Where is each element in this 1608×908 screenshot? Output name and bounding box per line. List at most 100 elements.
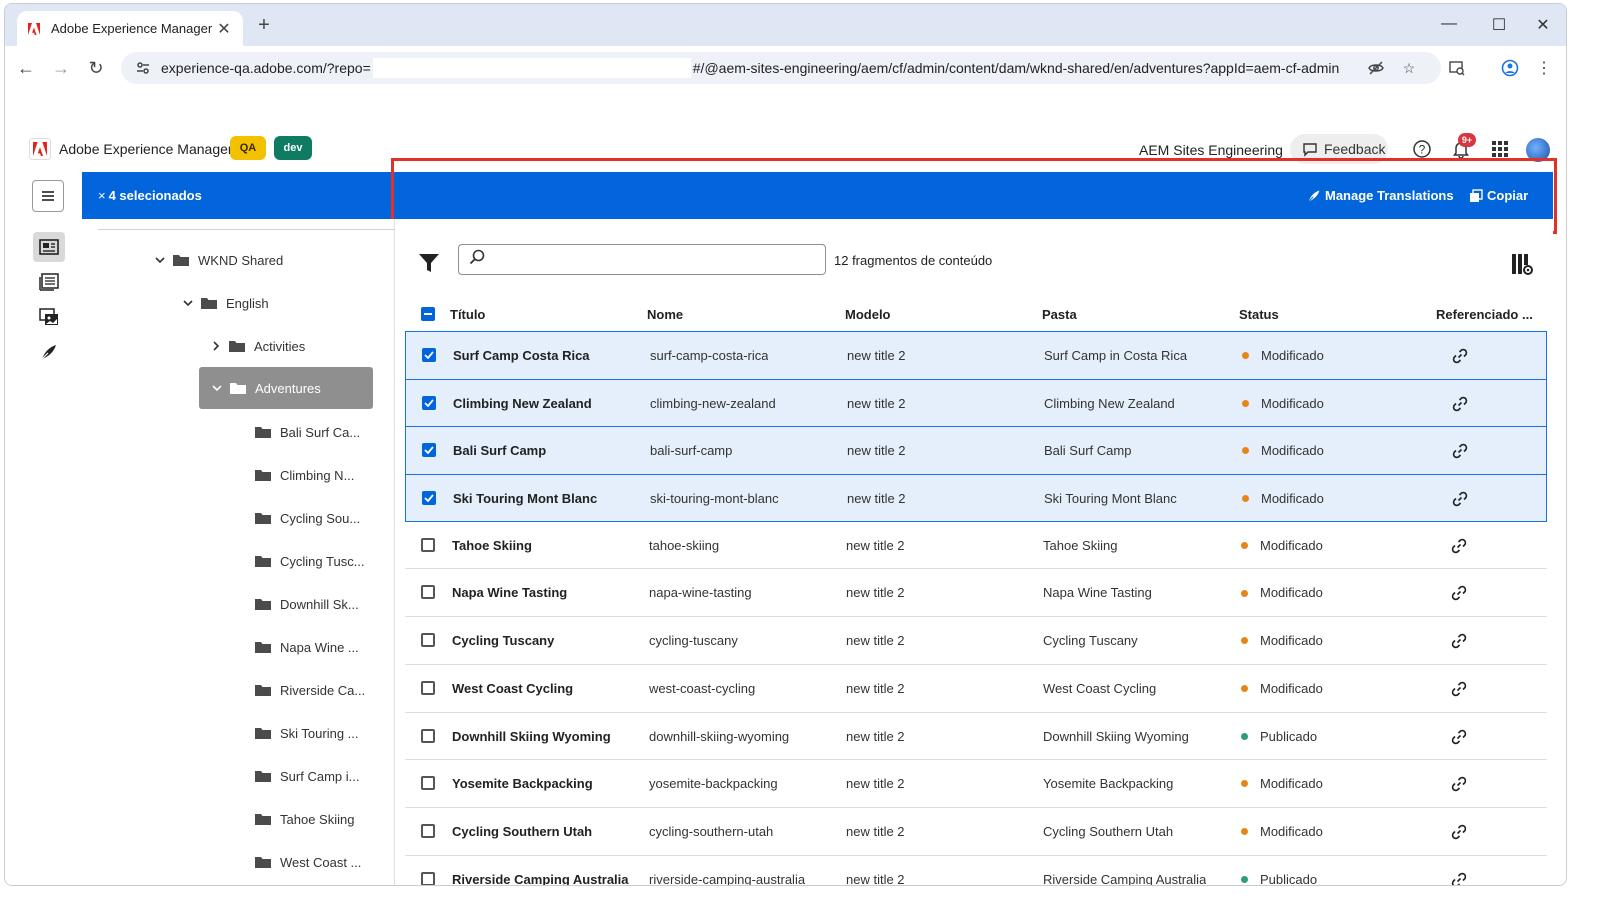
row-checkbox[interactable] [421, 823, 435, 838]
tree-node-child[interactable]: Downhill Sk... [254, 593, 359, 615]
row-checkbox[interactable] [421, 633, 435, 648]
tree-node-child[interactable]: Ski Touring ... [254, 722, 359, 744]
search-input[interactable] [491, 252, 825, 267]
row-checkbox[interactable] [422, 491, 436, 506]
copy-button[interactable]: Copiar [1469, 188, 1528, 203]
references-link-icon[interactable] [1449, 870, 1469, 885]
cell-title[interactable]: Tahoe Skiing [452, 538, 532, 553]
references-link-icon[interactable] [1449, 536, 1469, 556]
references-link-icon[interactable] [1449, 822, 1469, 842]
table-row[interactable]: West Coast Cycling west-coast-cycling new … [405, 665, 1547, 713]
tree-node-english[interactable]: English [180, 292, 269, 314]
manage-translations-button[interactable]: Manage Translations [1307, 188, 1454, 203]
cell-title[interactable]: Riverside Camping Australia [452, 872, 629, 885]
table-row[interactable]: Ski Touring Mont Blanc ski-touring-mont-b… [405, 474, 1547, 522]
eye-off-icon[interactable] [1365, 57, 1387, 79]
user-avatar[interactable] [1526, 138, 1550, 162]
chevron-down-icon[interactable] [209, 383, 225, 393]
table-row[interactable]: Riverside Camping Australia riverside-cam… [405, 856, 1547, 885]
bookmark-star-icon[interactable]: ☆ [1398, 57, 1420, 79]
tree-node-child[interactable]: Bali Surf Ca... [254, 421, 360, 443]
assets-nav-icon[interactable] [33, 302, 65, 332]
row-checkbox[interactable] [421, 776, 435, 791]
org-switcher[interactable]: AEM Sites Engineering [1139, 142, 1283, 158]
selection-count[interactable]: × 4 selecionados [98, 188, 202, 203]
tree-node-child[interactable]: Riverside Ca... [254, 679, 365, 701]
site-settings-icon[interactable] [133, 58, 153, 78]
table-row[interactable]: Yosemite Backpacking yosemite-backpacking… [405, 760, 1547, 808]
references-link-icon[interactable] [1450, 346, 1470, 366]
search-field[interactable] [458, 244, 826, 275]
tree-node-child[interactable]: Surf Camp i... [254, 765, 359, 787]
column-header-title[interactable]: Título [450, 307, 485, 322]
column-header-status[interactable]: Status [1239, 307, 1279, 322]
references-link-icon[interactable] [1449, 679, 1469, 699]
references-link-icon[interactable] [1450, 441, 1470, 461]
references-link-icon[interactable] [1449, 583, 1469, 603]
cell-title[interactable]: Napa Wine Tasting [452, 585, 567, 600]
cell-title[interactable]: Yosemite Backpacking [452, 776, 593, 791]
models-nav-icon[interactable] [33, 267, 65, 297]
row-checkbox[interactable] [422, 443, 436, 458]
tree-node-child[interactable]: Cycling Tusc... [254, 550, 365, 572]
column-header-model[interactable]: Modelo [845, 307, 891, 322]
tree-node-child[interactable]: West Coast ... [254, 851, 361, 873]
filter-icon[interactable] [417, 251, 441, 275]
minimize-icon[interactable]: — [1437, 15, 1461, 33]
column-header-name[interactable]: Nome [647, 307, 683, 322]
tree-node-wknd-shared[interactable]: WKND Shared [152, 249, 283, 271]
references-link-icon[interactable] [1450, 394, 1470, 414]
translations-nav-icon[interactable] [33, 337, 65, 367]
references-link-icon[interactable] [1449, 631, 1469, 651]
row-checkbox[interactable] [422, 348, 436, 362]
references-link-icon[interactable] [1450, 489, 1470, 509]
forward-icon[interactable]: → [50, 57, 72, 79]
reload-icon[interactable]: ↻ [85, 57, 107, 79]
table-row[interactable]: Napa Wine Tasting napa-wine-tasting new ti… [405, 569, 1547, 618]
cell-title[interactable]: Bali Surf Camp [453, 443, 546, 458]
rail-toggle-menu-icon[interactable] [32, 180, 64, 212]
table-row[interactable]: Surf Camp Costa Rica surf-camp-costa-rica… [405, 331, 1547, 379]
table-row[interactable]: Cycling Tuscany cycling-tuscany new title … [405, 617, 1547, 665]
chevron-right-icon[interactable] [208, 341, 224, 351]
content-fragments-nav-icon[interactable] [33, 232, 65, 262]
app-title[interactable]: Adobe Experience Manager [59, 141, 233, 157]
row-checkbox[interactable] [421, 680, 435, 695]
column-header-folder[interactable]: Pasta [1042, 307, 1077, 322]
row-checkbox[interactable] [421, 871, 435, 885]
tab-close-icon[interactable]: ✕ [215, 19, 233, 39]
references-link-icon[interactable] [1449, 727, 1469, 747]
back-icon[interactable]: ← [15, 57, 37, 79]
row-checkbox[interactable] [421, 537, 435, 552]
cell-title[interactable]: West Coast Cycling [452, 681, 573, 696]
column-settings-icon[interactable] [1509, 251, 1535, 277]
window-close-icon[interactable]: ✕ [1531, 15, 1555, 35]
row-checkbox[interactable] [421, 585, 435, 600]
table-row[interactable]: Tahoe Skiing tahoe-skiing new title 2 Tahoe… [405, 522, 1547, 570]
tree-node-activities[interactable]: Activities [208, 335, 305, 357]
help-icon[interactable]: ? [1411, 138, 1433, 160]
tree-node-child[interactable]: Napa Wine ... [254, 636, 359, 658]
browser-tab[interactable]: Adobe Experience Manager ✕ [17, 11, 243, 46]
cell-title[interactable]: Downhill Skiing Wyoming [452, 729, 611, 744]
tab-search-icon[interactable] [1446, 57, 1468, 79]
row-checkbox[interactable] [421, 728, 435, 743]
cell-title[interactable]: Climbing New Zealand [453, 396, 592, 411]
cell-title[interactable]: Cycling Tuscany [452, 633, 554, 648]
row-checkbox[interactable] [422, 395, 436, 410]
table-row[interactable]: Cycling Southern Utah cycling-southern-ut… [405, 808, 1547, 856]
column-header-referenced[interactable]: Referenciado ... [1436, 307, 1533, 322]
tree-node-child[interactable]: Climbing N... [254, 464, 354, 486]
tree-node-child[interactable]: Tahoe Skiing [254, 808, 354, 830]
browser-menu-icon[interactable]: ⋮ [1533, 57, 1555, 79]
chevron-down-icon[interactable] [152, 255, 168, 265]
select-all-checkbox[interactable] [421, 307, 435, 321]
cell-title[interactable]: Cycling Southern Utah [452, 824, 592, 839]
chevron-down-icon[interactable] [180, 298, 196, 308]
clear-selection-icon[interactable]: × [98, 188, 106, 203]
maximize-icon[interactable]: ☐ [1487, 15, 1511, 35]
cell-title[interactable]: Surf Camp Costa Rica [453, 348, 590, 363]
table-row[interactable]: Climbing New Zealand climbing-new-zealand… [405, 378, 1547, 427]
table-row[interactable]: Bali Surf Camp bali-surf-camp new title 2 B… [405, 426, 1547, 475]
feedback-button[interactable]: Feedback [1290, 134, 1388, 164]
